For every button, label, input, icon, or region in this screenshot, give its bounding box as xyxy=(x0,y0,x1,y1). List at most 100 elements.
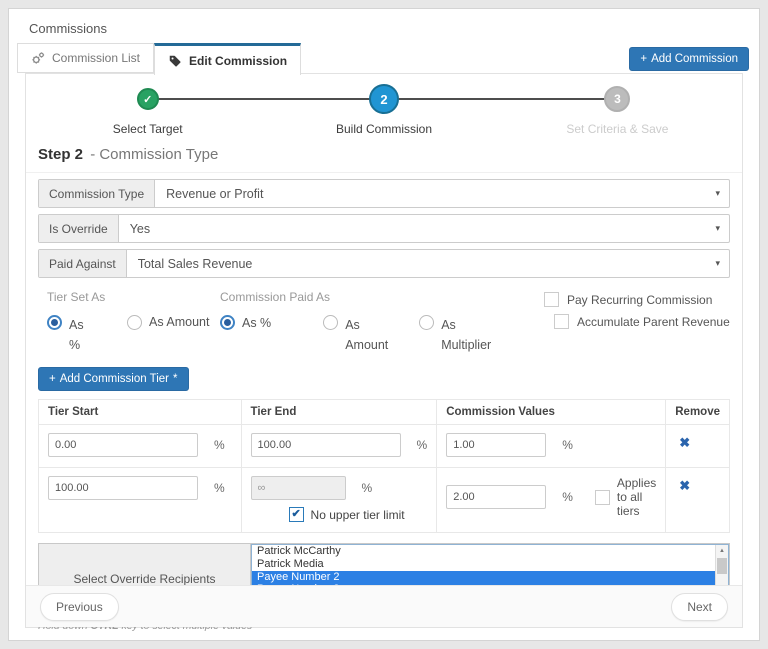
tier-row-1: % % % xyxy=(38,424,730,468)
no-upper-limit-checkbox[interactable]: ✔ No upper tier limit xyxy=(288,507,428,522)
commission-type-select[interactable]: Revenue or Profit xyxy=(155,180,729,207)
step-3-badge: 3 xyxy=(604,86,631,112)
tier-set-as-label: Tier Set As xyxy=(47,290,106,304)
accumulate-parent-label: Accumulate Parent Revenue xyxy=(577,314,730,329)
tier-set-as-group: Tier Set As As % As Amount xyxy=(38,290,220,355)
step-set-criteria-label: Set Criteria & Save xyxy=(566,122,669,136)
step-select-target[interactable]: ✓ Select Target xyxy=(63,82,233,136)
list-item[interactable]: Payee Number 2 xyxy=(252,570,728,584)
tab-bar: Commission List Edit Commission + Add Co… xyxy=(17,43,751,75)
percent-label: % xyxy=(562,490,573,504)
gears-icon xyxy=(31,51,45,65)
radio-tier-as-amount[interactable]: As Amount xyxy=(127,315,209,355)
wizard-stepper: ✓ Select Target 2 Build Commission 3 Set… xyxy=(26,82,742,138)
tab-edit-commission-label: Edit Commission xyxy=(189,53,288,68)
checkbox-unchecked-icon xyxy=(594,489,610,505)
paid-against-group: Paid Against Total Sales Revenue ▾ xyxy=(38,249,730,278)
col-remove: Remove xyxy=(665,399,730,425)
radio-unselected-icon xyxy=(419,315,435,330)
add-commission-button[interactable]: + Add Commission xyxy=(629,46,749,71)
is-override-label: Is Override xyxy=(39,215,119,242)
paid-against-select[interactable]: Total Sales Revenue xyxy=(127,250,729,277)
tier2-start-input[interactable] xyxy=(48,476,198,500)
checkbox-checked-icon: ✔ xyxy=(288,507,304,522)
add-commission-label: Add Commission xyxy=(651,52,738,65)
list-item[interactable]: Patrick McCarthy xyxy=(252,545,728,558)
list-item[interactable]: Patrick Media xyxy=(252,558,728,571)
is-override-group: Is Override Yes ▾ xyxy=(38,214,730,243)
tier2-end-input-disabled xyxy=(250,476,346,500)
tier1-end-input[interactable] xyxy=(250,433,401,457)
tag-icon xyxy=(168,54,182,68)
remove-tier1-icon[interactable]: ✖ xyxy=(675,433,694,453)
tier1-commission-input[interactable] xyxy=(446,433,547,457)
col-tier-end: Tier End xyxy=(240,399,438,425)
pay-recurring-checkbox[interactable]: Pay Recurring Commission xyxy=(544,292,730,307)
radio-paid-as-percent[interactable]: As % xyxy=(220,315,271,355)
percent-label: % xyxy=(214,438,225,452)
radio-paid-as-amount-label: As Amount xyxy=(345,318,389,352)
radio-paid-as-amount[interactable]: As Amount xyxy=(323,315,395,355)
col-tier-start: Tier Start xyxy=(38,399,242,425)
commission-paid-as-label: Commission Paid As xyxy=(220,290,331,304)
remove-tier2-icon[interactable]: ✖ xyxy=(675,476,694,496)
step-heading-rest: - Commission Type xyxy=(90,146,219,163)
tier1-start-input[interactable] xyxy=(48,433,198,457)
chevron-down-icon: ▾ xyxy=(715,188,720,198)
accumulate-parent-checkbox[interactable]: Accumulate Parent Revenue xyxy=(554,314,730,329)
plus-icon: + xyxy=(640,52,648,65)
paid-against-label: Paid Against xyxy=(39,250,127,277)
is-override-select[interactable]: Yes xyxy=(119,215,729,242)
step-set-criteria[interactable]: 3 Set Criteria & Save xyxy=(532,82,702,136)
scrollbar-thumb[interactable] xyxy=(717,558,727,574)
chevron-down-icon: ▾ xyxy=(715,258,720,268)
radio-selected-icon xyxy=(47,315,62,330)
commission-paid-as-group: Commission Paid As As % As Amount As Mul… xyxy=(220,290,512,355)
add-tier-label: Add Commission Tier xyxy=(59,373,170,385)
percent-label: % xyxy=(214,481,225,495)
scroll-up-icon[interactable]: ▲ xyxy=(716,545,728,557)
tier2-commission-input[interactable] xyxy=(446,485,547,509)
radio-selected-icon xyxy=(220,315,235,330)
percent-label: % xyxy=(562,438,573,452)
no-upper-limit-label: No upper tier limit xyxy=(310,507,405,522)
checkbox-unchecked-icon xyxy=(554,314,569,329)
radio-tier-as-percent[interactable]: As % xyxy=(47,315,89,355)
radio-paid-as-multiplier-label: As Multiplier xyxy=(441,318,492,352)
col-commission-values: Commission Values xyxy=(436,399,667,425)
step-build-commission-label: Build Commission xyxy=(335,122,433,136)
add-tier-suffix: * xyxy=(173,373,178,385)
step-select-target-label: Select Target xyxy=(112,122,183,136)
step-build-commission[interactable]: 2 Build Commission xyxy=(299,82,469,136)
radio-paid-as-multiplier[interactable]: As Multiplier xyxy=(419,315,499,355)
applies-all-tiers-checkbox[interactable]: Applies to all tiers xyxy=(594,476,657,518)
previous-button[interactable]: Previous xyxy=(40,592,119,621)
tab-commission-list[interactable]: Commission List xyxy=(17,43,155,73)
percent-label: % xyxy=(416,438,428,452)
radio-tier-as-amount-label: As Amount xyxy=(149,315,210,329)
radio-unselected-icon xyxy=(323,315,339,330)
percent-label: % xyxy=(361,481,373,495)
add-commission-tier-button[interactable]: + Add Commission Tier * xyxy=(38,367,189,391)
checkbox-unchecked-icon xyxy=(544,292,559,307)
commission-type-group: Commission Type Revenue or Profit ▾ xyxy=(38,179,730,208)
wizard-footer: Previous Next xyxy=(26,585,742,627)
tab-commission-list-label: Commission List xyxy=(52,51,141,65)
check-icon: ✓ xyxy=(136,88,159,110)
tier-table-header-row: Tier Start Tier End Commission Values Re… xyxy=(38,399,730,425)
radio-unselected-icon xyxy=(127,315,142,330)
options-row: Tier Set As As % As Amount Commission Pa… xyxy=(38,290,730,355)
chevron-down-icon: ▾ xyxy=(715,223,720,233)
page-title: Commissions xyxy=(29,21,108,36)
plus-icon: + xyxy=(49,373,56,385)
step-heading-prefix: Step 2 xyxy=(38,146,84,163)
applies-all-tiers-label: Applies to all tiers xyxy=(616,476,657,518)
step-heading: Step 2 - Commission Type xyxy=(26,138,742,173)
tier-row-2: % % ✔ No upper tier limit xyxy=(38,467,730,533)
tier-table: Tier Start Tier End Commission Values Re… xyxy=(38,399,730,533)
commission-type-label: Commission Type xyxy=(39,180,156,207)
commissions-card: Commissions Commission List Edit Commiss… xyxy=(8,8,760,641)
tab-edit-commission[interactable]: Edit Commission xyxy=(154,43,302,75)
recurring-checkboxes: Pay Recurring Commission Accumulate Pare… xyxy=(512,290,730,355)
next-button[interactable]: Next xyxy=(671,592,728,621)
